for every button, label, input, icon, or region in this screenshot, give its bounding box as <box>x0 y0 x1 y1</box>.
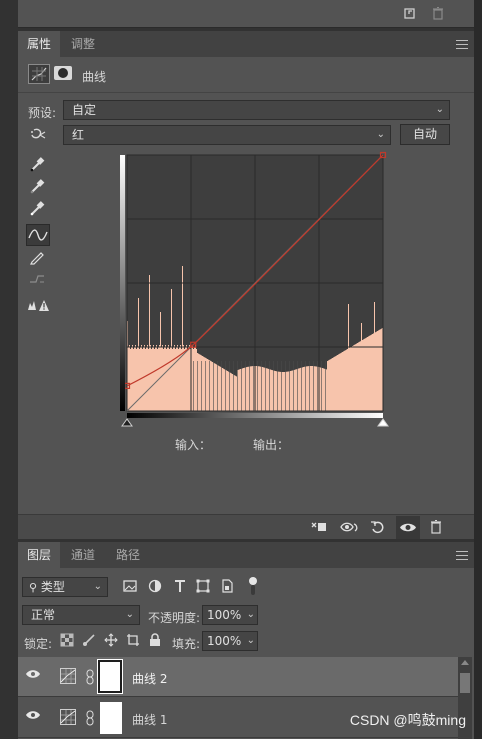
output-label: 输出： <box>253 438 290 452</box>
tab-layers[interactable]: 图层 <box>18 542 61 568</box>
layer-row-selected[interactable]: 曲线 2 <box>18 657 458 697</box>
black-point-eyedropper-icon[interactable] <box>28 155 48 175</box>
output-gradient-bar <box>120 155 125 411</box>
clip-to-layer-icon[interactable] <box>310 518 332 540</box>
top-strip <box>18 0 474 28</box>
on-image-adjust-icon[interactable] <box>28 126 48 146</box>
layer-mask-icon <box>54 66 72 80</box>
fill-field[interactable]: 100% ⌄ <box>202 631 258 651</box>
properties-panel: 属性 调整 曲线 预设: 自定 ⌄ 红 ⌄ 自动 输入： 输出： <box>18 31 474 539</box>
properties-footer <box>18 514 474 539</box>
chain-link-icon[interactable] <box>85 669 95 685</box>
view-previous-icon[interactable] <box>339 518 361 540</box>
search-icon: ⚲ <box>29 581 38 594</box>
scroll-up-arrow[interactable] <box>461 660 469 665</box>
chevron-down-icon: ⌄ <box>93 581 102 592</box>
eye-icon[interactable] <box>24 708 46 730</box>
tab-adjustments[interactable]: 调整 <box>62 31 104 57</box>
curves-graph[interactable] <box>120 151 392 433</box>
layer-filter-dropdown[interactable]: ⚲ 类型 ⌄ <box>22 577 108 597</box>
curves-header: 曲线 <box>18 57 474 93</box>
eye-icon[interactable] <box>24 667 46 689</box>
lock-brush-icon[interactable] <box>82 633 104 655</box>
trash-icon[interactable] <box>428 518 450 540</box>
smart-object-filter-icon[interactable] <box>219 578 241 600</box>
properties-tabbar: 属性 调整 <box>18 31 474 57</box>
preset-label: 预设: <box>28 106 57 120</box>
type-layer-filter-icon[interactable] <box>172 578 194 600</box>
tab-properties[interactable]: 属性 <box>18 31 61 57</box>
preset-dropdown[interactable]: 自定 ⌄ <box>63 100 450 120</box>
smooth-curve-icon <box>28 270 48 290</box>
chevron-down-icon: ⌄ <box>125 609 134 620</box>
reset-icon[interactable] <box>369 518 391 540</box>
lock-artboard-icon[interactable] <box>126 633 148 655</box>
input-label: 输入： <box>175 438 212 452</box>
scrollbar-thumb[interactable] <box>460 673 470 693</box>
pencil-icon[interactable] <box>28 248 48 268</box>
black-point-slider <box>121 418 133 427</box>
chevron-down-icon: ⌄ <box>246 609 255 620</box>
shape-layer-filter-icon[interactable] <box>195 578 217 600</box>
layer-name[interactable]: 曲线 1 <box>132 711 167 728</box>
trash-icon[interactable] <box>430 5 452 27</box>
layer-name[interactable]: 曲线 2 <box>132 670 167 687</box>
chevron-down-icon: ⌄ <box>376 129 385 140</box>
curves-adjustment-icon <box>60 668 76 684</box>
layers-tabbar: 图层 通道 路径 <box>18 542 474 568</box>
lock-label: 锁定: <box>24 637 53 651</box>
layer-mask-thumbnail[interactable] <box>100 702 122 734</box>
layer-mask-thumbnail[interactable] <box>97 659 123 694</box>
opacity-field[interactable]: 100% ⌄ <box>202 605 258 625</box>
watermark: CSDN @鸣鼓ming <box>349 712 466 728</box>
auto-button[interactable]: 自动 <box>400 124 450 145</box>
curves-adjustment-icon <box>60 709 76 725</box>
panel-title: 曲线 <box>82 70 107 84</box>
chevron-down-icon: ⌄ <box>435 104 444 115</box>
curves-adjustment-icon <box>28 64 50 84</box>
preset-value: 自定 <box>72 103 97 117</box>
blend-mode-dropdown[interactable]: 正常 ⌄ <box>22 605 140 625</box>
lock-transparency-icon[interactable] <box>60 633 82 655</box>
pixel-layer-filter-icon[interactable] <box>122 578 144 600</box>
lock-position-icon[interactable] <box>104 633 126 655</box>
opacity-value: 100% <box>207 608 242 622</box>
tab-channels[interactable]: 通道 <box>62 542 104 568</box>
adjustment-layer-filter-icon[interactable] <box>147 578 169 600</box>
chevron-down-icon: ⌄ <box>246 635 255 646</box>
filter-toggle-icon[interactable] <box>247 575 259 597</box>
blend-mode-value: 正常 <box>31 608 56 622</box>
fill-value: 100% <box>207 634 242 648</box>
input-gradient-bar <box>127 413 383 418</box>
white-point-slider <box>377 418 389 427</box>
tab-paths[interactable]: 路径 <box>107 542 149 568</box>
fill-label: 填充: <box>172 637 201 651</box>
new-layer-icon[interactable] <box>402 5 424 27</box>
gray-point-eyedropper-icon[interactable] <box>28 177 48 197</box>
channel-value: 红 <box>72 128 85 142</box>
lock-all-icon[interactable] <box>148 633 170 655</box>
curve-point-tool-icon[interactable] <box>26 224 50 246</box>
opacity-label: 不透明度: <box>148 611 201 625</box>
panel-menu-icon[interactable] <box>456 40 468 49</box>
white-point-eyedropper-icon[interactable] <box>28 199 48 219</box>
panel-edge <box>474 0 482 739</box>
panel-menu-icon[interactable] <box>456 551 468 560</box>
channel-dropdown[interactable]: 红 ⌄ <box>63 125 391 145</box>
chain-link-icon[interactable] <box>85 710 95 726</box>
visibility-icon[interactable] <box>396 516 420 539</box>
clipping-warning-icon[interactable] <box>27 297 51 317</box>
filter-kind-value: 类型 <box>40 580 65 594</box>
